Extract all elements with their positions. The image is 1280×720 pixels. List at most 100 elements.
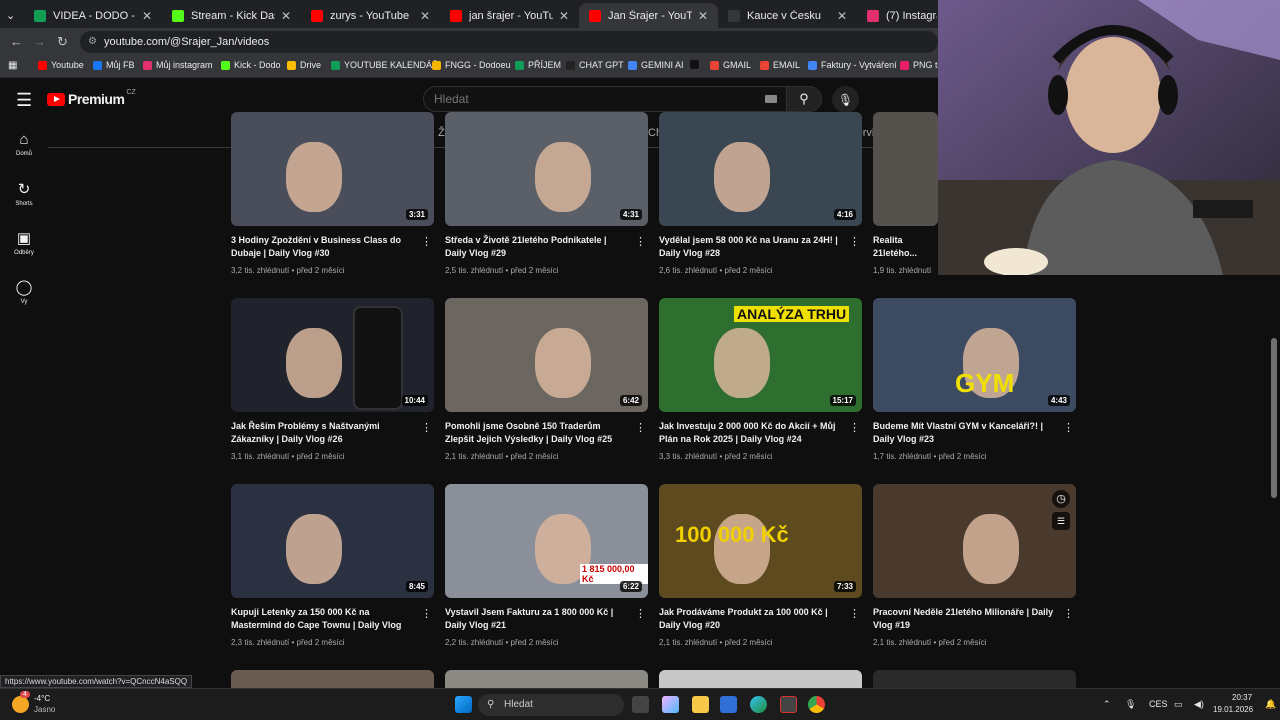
browser-tab[interactable]: zurys - YouTube ✕: [301, 3, 440, 28]
video-card[interactable]: 1 815 000,00 Kč 6:22 Vystavil Jsem Fakturu…: [445, 484, 648, 647]
more-actions-icon[interactable]: ⋮: [849, 607, 860, 620]
more-actions-icon[interactable]: ⋮: [635, 421, 646, 434]
video-card[interactable]: 100 000 Kč 7:33 Jak Prodáváme Produkt za 1…: [659, 484, 862, 647]
taskbar-search[interactable]: ⚲ Hledat: [478, 694, 624, 716]
keyboard-icon[interactable]: [765, 95, 777, 103]
video-title[interactable]: Jak Investuju 2 000 000 Kč do Akcií + Mů…: [659, 420, 844, 446]
input-language[interactable]: CES: [1149, 699, 1168, 709]
close-tab-icon[interactable]: ✕: [559, 9, 569, 23]
sidebar-item[interactable]: ◯ Vy: [0, 278, 48, 305]
bookmark-item[interactable]: PNG to: [900, 60, 943, 70]
bookmark-item[interactable]: FNGG - Dodoeu: [432, 60, 511, 70]
video-card[interactable]: 3:31 3 Hodiny Zpoždění v Business Class d…: [231, 112, 434, 275]
forward-icon[interactable]: →: [33, 34, 46, 49]
more-actions-icon[interactable]: ⋮: [1063, 421, 1074, 434]
bookmark-item[interactable]: Můj instagram: [143, 60, 213, 70]
copilot-icon[interactable]: [662, 696, 679, 713]
more-actions-icon[interactable]: ⋮: [421, 607, 432, 620]
search-box[interactable]: [423, 86, 788, 112]
clock-time[interactable]: 20:37: [1232, 693, 1252, 702]
bookmark-item[interactable]: GMAIL: [710, 60, 751, 70]
browser-tab[interactable]: Kauce v Česku ✕: [718, 3, 857, 28]
search-button[interactable]: ⚲: [786, 86, 822, 112]
task-view-icon[interactable]: [632, 696, 649, 713]
capcut-icon[interactable]: [780, 696, 797, 713]
sidebar-item[interactable]: ↻ Shorts: [0, 180, 48, 207]
video-title[interactable]: Vydělal jsem 58 000 Kč na Uranu za 24H! …: [659, 234, 844, 260]
video-card[interactable]: ◷ ☰ Pracovní Neděle 21letého Milionáře | D…: [873, 484, 1076, 647]
bookmark-item[interactable]: Faktury - Vytváření: [808, 60, 897, 70]
bookmark-item[interactable]: Můj FB: [93, 60, 135, 70]
video-thumbnail[interactable]: 6:42: [445, 298, 648, 412]
close-tab-icon[interactable]: ✕: [420, 9, 430, 23]
video-title[interactable]: 3 Hodiny Zpoždění v Business Class do Du…: [231, 234, 416, 260]
video-title[interactable]: Kupuji Letenky za 150 000 Kč na Mastermi…: [231, 606, 416, 632]
video-title[interactable]: Pomohli jsme Osobně 150 Traderům Zlepšit…: [445, 420, 630, 446]
page-scrollbar[interactable]: [1268, 280, 1280, 688]
video-thumbnail[interactable]: Nas*any Zákazník10:44: [231, 298, 434, 412]
site-info-icon[interactable]: ⚙: [88, 31, 97, 53]
more-actions-icon[interactable]: ⋮: [635, 235, 646, 248]
video-title[interactable]: Realita 21letého... Launch Nového...: [873, 234, 935, 260]
video-title[interactable]: Pracovní Neděle 21letého Milionáře | Dai…: [873, 606, 1058, 632]
browser-tab[interactable]: jan šrajer - YouTube ✕: [440, 3, 579, 28]
video-thumbnail[interactable]: 4:31: [445, 112, 648, 226]
video-thumbnail[interactable]: 100 000 Kč 7:33: [659, 484, 862, 598]
browser-tab[interactable]: (7) Instagram: [857, 3, 947, 28]
video-thumbnail[interactable]: [445, 670, 648, 688]
video-thumbnail[interactable]: ANALÝZA TRHU 15:17: [659, 298, 862, 412]
close-tab-icon[interactable]: ✕: [698, 9, 708, 23]
video-card[interactable]: 8:45 Kupuji Letenky za 150 000 Kč na Mast…: [231, 484, 434, 647]
apps-grid-icon[interactable]: ▦: [8, 60, 17, 71]
more-actions-icon[interactable]: ⋮: [421, 421, 432, 434]
bookmark-item[interactable]: GEMINI AI: [628, 60, 684, 70]
more-actions-icon[interactable]: ⋮: [849, 421, 860, 434]
video-card[interactable]: 4:16 Vydělal jsem 58 000 Kč na Uranu za 2…: [659, 112, 862, 275]
video-thumbnail[interactable]: ◷ ☰: [873, 484, 1076, 598]
video-thumbnail[interactable]: 8:45: [231, 484, 434, 598]
voice-search-button[interactable]: 🎙: [832, 86, 859, 113]
youtube-premium-logo[interactable]: Premium CZ: [47, 89, 136, 107]
video-thumbnail[interactable]: GYM 4:43: [873, 298, 1076, 412]
search-input[interactable]: [424, 87, 744, 111]
more-actions-icon[interactable]: ⋮: [421, 235, 432, 248]
bookmark-item[interactable]: Kick - Dodo: [221, 60, 281, 70]
edge-icon[interactable]: [750, 696, 767, 713]
video-card[interactable]: ANALÝZA TRHU 15:17 Jak Investuju 2 000 000…: [659, 298, 862, 461]
close-tab-icon[interactable]: ✕: [281, 9, 291, 23]
add-to-queue-icon[interactable]: ☰: [1052, 512, 1070, 530]
sidebar-item[interactable]: ▣ Odběry: [0, 229, 48, 256]
bookmark-item[interactable]: CHAT GPT: [566, 60, 624, 70]
video-thumbnail[interactable]: 4:16: [659, 112, 862, 226]
scrollbar-thumb[interactable]: [1271, 338, 1277, 498]
bookmark-item[interactable]: Drive: [287, 60, 321, 70]
file-explorer-icon[interactable]: [692, 696, 709, 713]
volume-icon[interactable]: ◀): [1194, 699, 1204, 710]
tray-overflow-icon[interactable]: ⌃: [1103, 699, 1111, 710]
outlook-icon[interactable]: [720, 696, 737, 713]
video-title[interactable]: Jak Řeším Problémy s Naštvanými Zákazník…: [231, 420, 416, 446]
windows-start-icon[interactable]: [455, 696, 472, 713]
video-card[interactable]: 6:42 Pomohli jsme Osobně 150 Traderům Zle…: [445, 298, 648, 461]
close-tab-icon[interactable]: ✕: [837, 9, 847, 23]
more-actions-icon[interactable]: ⋮: [849, 235, 860, 248]
video-title[interactable]: Středa v Životě 21letého Podnikatele | D…: [445, 234, 630, 260]
video-thumbnail[interactable]: [659, 670, 862, 688]
more-actions-icon[interactable]: ⋮: [1063, 607, 1074, 620]
bookmark-item[interactable]: Youtube: [38, 60, 84, 70]
video-thumbnail[interactable]: 1 815 000,00 Kč 6:22: [445, 484, 648, 598]
browser-tab[interactable]: Jan Šrajer - YouTube ✕: [579, 3, 718, 28]
video-card[interactable]: GYM 4:43 Budeme Mít Vlastní GYM v Kancelář…: [873, 298, 1076, 461]
url-field[interactable]: ⚙ youtube.com/@Srajer_Jan/videos: [80, 31, 938, 53]
close-tab-icon[interactable]: ✕: [142, 9, 152, 23]
video-card[interactable]: Nas*any Zákazník10:44 Jak Řeším Problémy …: [231, 298, 434, 461]
video-thumbnail[interactable]: 3:31: [231, 112, 434, 226]
bookmark-item[interactable]: YOUTUBE KALENDÁŘ: [331, 60, 439, 70]
bookmark-item[interactable]: [690, 60, 703, 69]
video-title[interactable]: Jak Prodáváme Produkt za 100 000 Kč | Da…: [659, 606, 844, 632]
video-thumbnail[interactable]: [873, 670, 1076, 688]
more-actions-icon[interactable]: ⋮: [635, 607, 646, 620]
notifications-icon[interactable]: 🔔: [1265, 699, 1276, 710]
bookmark-item[interactable]: PŘÍJEM: [515, 60, 561, 70]
back-icon[interactable]: ←: [10, 34, 23, 49]
